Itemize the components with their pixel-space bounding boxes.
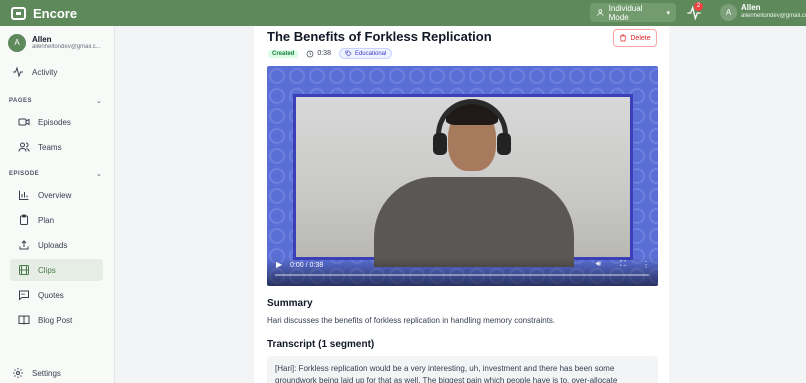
- clipboard-icon: [20, 214, 28, 225]
- status-badge: Created: [268, 49, 299, 58]
- headphone-left: [433, 133, 447, 155]
- delete-label: Delete: [630, 34, 651, 42]
- video-progress-bar[interactable]: [275, 274, 649, 276]
- sidebar-item-label: Uploads: [38, 240, 68, 250]
- sidebar-item-quotes[interactable]: Quotes: [10, 284, 103, 306]
- avatar: A: [8, 34, 26, 52]
- activity-icon: [13, 66, 23, 78]
- sidebar-item-label: Teams: [38, 142, 62, 152]
- tag-icon: [345, 50, 352, 57]
- sidebar-user-email: allenheltondev@gmail.c...: [32, 44, 101, 50]
- summary-text: Hari discusses the benefits of forkless …: [267, 316, 556, 325]
- sidebar-item-label: Plan: [38, 215, 55, 225]
- chevron-down-icon: ▾: [666, 9, 670, 17]
- notification-badge: 2: [694, 2, 703, 11]
- sidebar-item-teams[interactable]: Teams: [10, 136, 103, 158]
- clip-meta: Created 0:38 Educational: [268, 48, 393, 59]
- video-player[interactable]: ▶ 0:00 / 0:38 🔊︎ ⛶ ⋮: [267, 66, 658, 286]
- upload-icon: [19, 240, 29, 250]
- sidebar-item-uploads[interactable]: Uploads: [10, 234, 103, 256]
- mode-selector-button[interactable]: Individual Mode ▾: [590, 3, 676, 22]
- sidebar-item-label: Activity: [32, 67, 58, 77]
- users-icon: [18, 142, 30, 152]
- brand[interactable]: Encore: [11, 6, 77, 21]
- sidebar-item-blog-post[interactable]: Blog Post: [10, 309, 103, 331]
- video-time: 0:00 / 0:38: [290, 262, 324, 269]
- section-label-pages: PAGES: [9, 98, 33, 104]
- fullscreen-icon[interactable]: ⛶: [620, 259, 626, 269]
- headphone-right: [497, 133, 511, 155]
- transcript-heading: Transcript (1 segment): [267, 339, 375, 350]
- user-name: Allen: [741, 3, 761, 12]
- bar-chart-icon: [19, 190, 29, 200]
- sidebar-item-overview[interactable]: Overview: [10, 184, 103, 206]
- sidebar-item-activity[interactable]: Activity: [10, 61, 103, 83]
- clock-icon: [307, 50, 314, 57]
- sidebar-item-label: Clips: [38, 265, 56, 275]
- video-icon: [18, 118, 30, 126]
- more-options-icon[interactable]: ⋮: [642, 260, 650, 269]
- duration-value: 0:38: [317, 50, 331, 57]
- sidebar: A Allen allenheltondev@gmail.c... Activi…: [0, 26, 115, 383]
- sidebar-item-settings[interactable]: Settings: [12, 367, 61, 379]
- sidebar-item-label: Overview: [38, 190, 72, 200]
- app-name: Encore: [33, 5, 78, 21]
- gear-icon: [13, 368, 23, 378]
- speaker-body: [374, 177, 574, 267]
- user-email: allenheltondev@gmail.com: [741, 13, 806, 19]
- play-icon[interactable]: ▶: [276, 260, 282, 269]
- sidebar-user-name: Allen: [32, 35, 52, 44]
- book-icon: [18, 315, 30, 325]
- sidebar-item-label: Quotes: [38, 290, 64, 300]
- summary-heading: Summary: [267, 298, 313, 309]
- sidebar-item-label: Episodes: [38, 117, 71, 127]
- volume-icon[interactable]: 🔊︎: [596, 259, 601, 269]
- avatar[interactable]: A: [720, 4, 737, 21]
- chevron-down-icon[interactable]: ⌄: [96, 170, 102, 178]
- user-icon: [597, 9, 604, 16]
- sidebar-item-episodes[interactable]: Episodes: [10, 111, 103, 133]
- sidebar-item-label: Settings: [32, 368, 61, 378]
- sidebar-item-clips[interactable]: Clips: [10, 259, 103, 281]
- transcript-segment: [Hari]: Forkless replication would be a …: [267, 356, 658, 383]
- sidebar-user[interactable]: A Allen allenheltondev@gmail.c...: [0, 26, 115, 60]
- tag-badge[interactable]: Educational: [338, 48, 393, 59]
- encore-logo-icon: [11, 6, 26, 20]
- trash-icon: [620, 34, 627, 42]
- duration: 0:38: [306, 50, 331, 58]
- mode-label: Individual Mode: [608, 3, 643, 22]
- film-icon: [19, 265, 29, 275]
- chevron-down-icon[interactable]: ⌄: [96, 97, 102, 105]
- sidebar-item-plan[interactable]: Plan: [10, 209, 103, 231]
- video-frame: [293, 94, 633, 267]
- sidebar-item-label: Blog Post: [38, 315, 73, 325]
- delete-button[interactable]: Delete: [613, 29, 657, 47]
- section-label-episode: EPISODE: [9, 171, 40, 177]
- page-title: The Benefits of Forkless Replication: [267, 29, 492, 44]
- tag-label: Educational: [354, 50, 387, 57]
- quote-icon: [19, 290, 29, 301]
